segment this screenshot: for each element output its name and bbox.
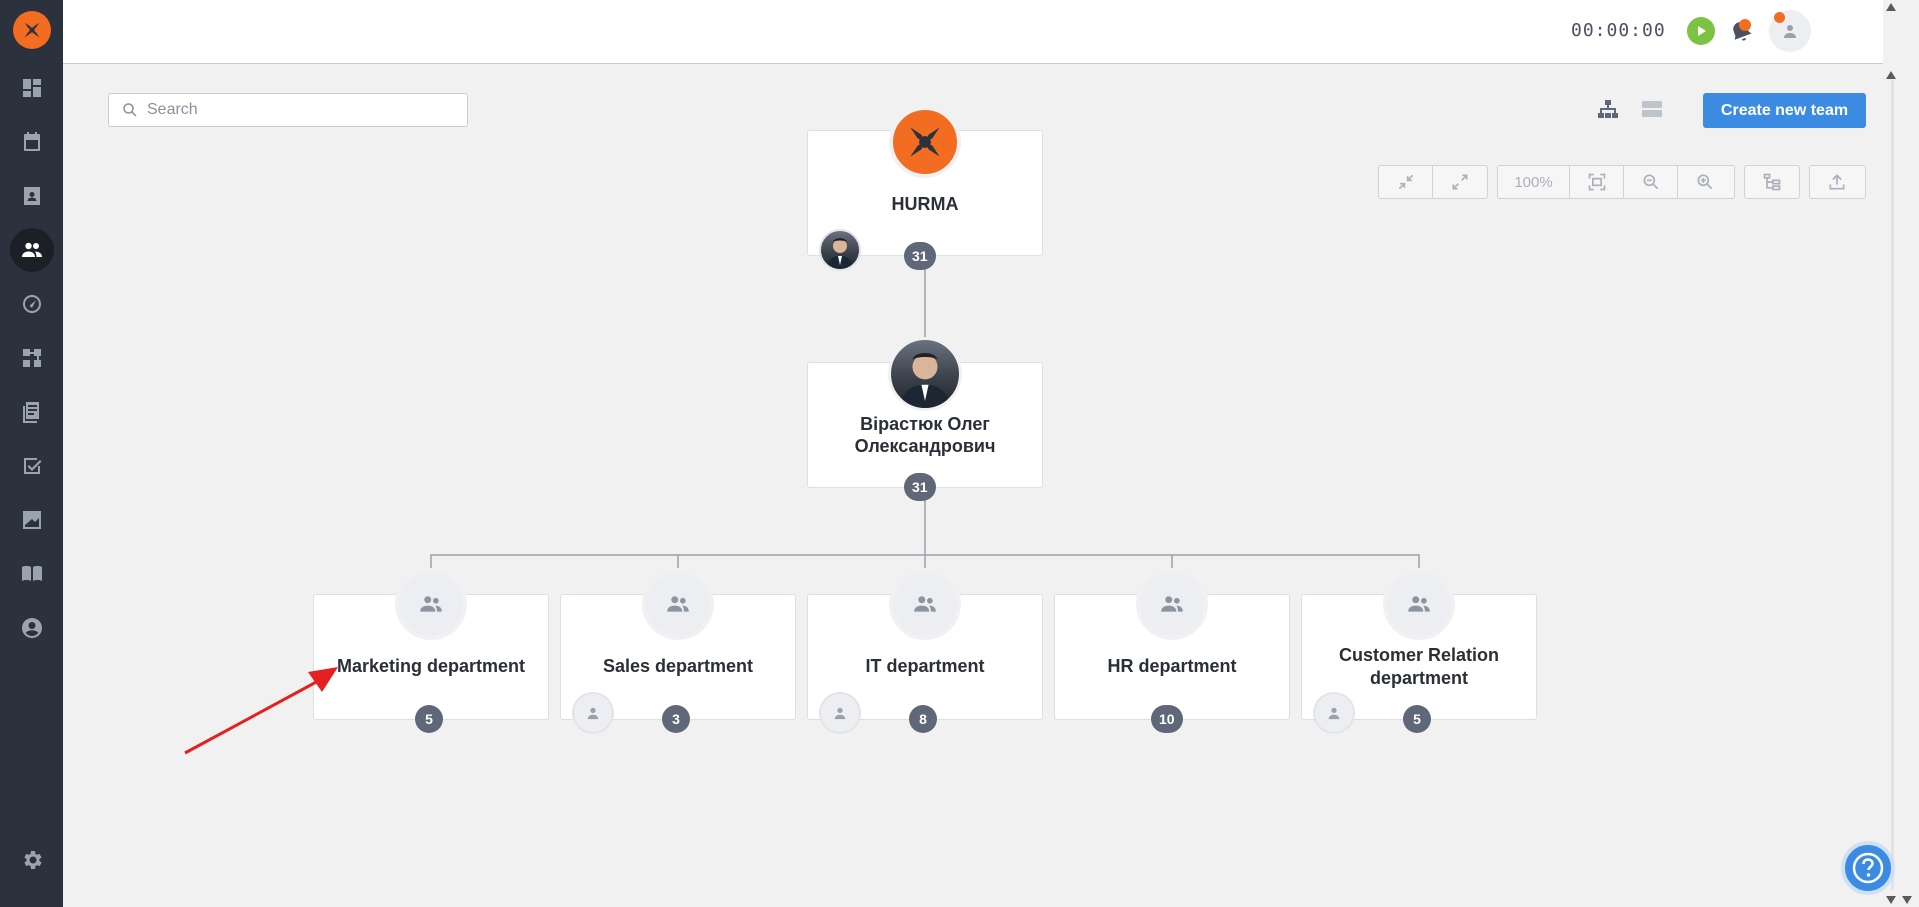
question-mark-icon bbox=[1852, 852, 1884, 884]
help-button[interactable] bbox=[1841, 841, 1895, 895]
annotation-arrow bbox=[184, 667, 338, 755]
